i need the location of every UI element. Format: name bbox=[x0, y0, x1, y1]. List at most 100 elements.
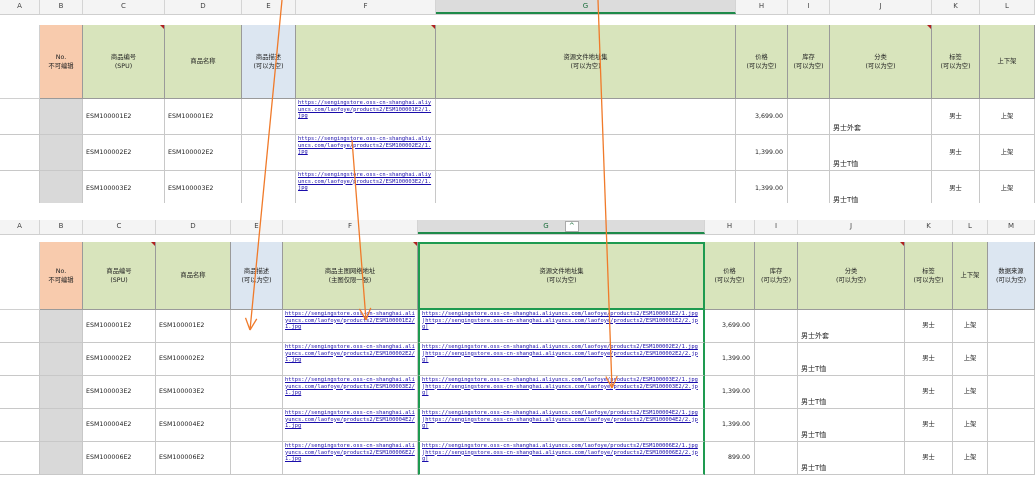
col-letter-k[interactable]: K bbox=[932, 0, 980, 14]
col-letter-l[interactable]: L bbox=[980, 0, 1035, 14]
cell-spu[interactable]: ESM100003E2 bbox=[83, 171, 165, 203]
cell-tag[interactable]: 男士 bbox=[932, 135, 980, 171]
col-letter-d[interactable]: D bbox=[156, 220, 231, 234]
cell-stock[interactable] bbox=[788, 171, 830, 203]
header-price[interactable]: 价格 (可以为空) bbox=[736, 25, 788, 99]
cell-category[interactable]: 男士T恤 bbox=[798, 376, 905, 409]
cell-no[interactable] bbox=[40, 99, 83, 135]
cell-spu[interactable]: ESM100003E2 bbox=[83, 376, 156, 409]
collapse-caret-icon[interactable]: ^ bbox=[564, 221, 579, 232]
col-letter-e[interactable]: E bbox=[231, 220, 283, 234]
cell-resources[interactable]: https://sengingstore.oss-cn-shanghai.ali… bbox=[418, 343, 705, 376]
cell-stock[interactable] bbox=[755, 409, 798, 442]
image-url-link[interactable]: https://sengingstore.oss-cn-shanghai.ali… bbox=[296, 135, 435, 157]
col-letter-b[interactable]: B bbox=[40, 220, 83, 234]
cell-tag[interactable]: 男士 bbox=[905, 409, 953, 442]
cell-source[interactable] bbox=[988, 442, 1035, 475]
resource-urls-link[interactable]: https://sengingstore.oss-cn-shanghai.ali… bbox=[420, 409, 703, 431]
cell-spu[interactable]: ESM100001E2 bbox=[83, 310, 156, 343]
col-letter-c[interactable]: C bbox=[83, 220, 156, 234]
cell-price[interactable]: 1,399.00 bbox=[736, 135, 788, 171]
cell-shelf[interactable]: 上架 bbox=[980, 99, 1035, 135]
cell-spu[interactable]: ESM100002E2 bbox=[83, 343, 156, 376]
resource-urls-link[interactable]: https://sengingstore.oss-cn-shanghai.ali… bbox=[420, 376, 703, 398]
col-letter-g[interactable]: G bbox=[436, 0, 736, 14]
image-url-link[interactable]: https://sengingstore.oss-cn-shanghai.ali… bbox=[283, 442, 417, 464]
image-url-link[interactable]: https://sengingstore.oss-cn-shanghai.ali… bbox=[283, 343, 417, 365]
cell-price[interactable]: 1,399.00 bbox=[705, 376, 755, 409]
resource-urls-link[interactable]: https://sengingstore.oss-cn-shanghai.ali… bbox=[420, 310, 703, 332]
header-main-image[interactable] bbox=[296, 25, 436, 99]
cell-shelf[interactable]: 上架 bbox=[953, 442, 988, 475]
header-spu[interactable]: 商品编号 (SPU) bbox=[83, 25, 165, 99]
cell-category[interactable]: 男士T恤 bbox=[830, 171, 932, 203]
image-url-link[interactable]: https://sengingstore.oss-cn-shanghai.ali… bbox=[296, 171, 435, 193]
cell-source[interactable] bbox=[988, 343, 1035, 376]
header-desc[interactable]: 商品描述 (可以为空) bbox=[231, 242, 283, 310]
cell-tag[interactable]: 男士 bbox=[905, 310, 953, 343]
cell-main-image-url[interactable]: https://sengingstore.oss-cn-shanghai.ali… bbox=[283, 310, 418, 343]
cell-tag[interactable]: 男士 bbox=[932, 99, 980, 135]
cell-category[interactable]: 男士T恤 bbox=[798, 343, 905, 376]
cell-desc[interactable] bbox=[242, 171, 296, 203]
cell-shelf[interactable]: 上架 bbox=[953, 409, 988, 442]
image-url-link[interactable]: https://sengingstore.oss-cn-shanghai.ali… bbox=[296, 99, 435, 121]
col-letter-e[interactable]: E bbox=[242, 0, 296, 14]
cell-resources[interactable]: https://sengingstore.oss-cn-shanghai.ali… bbox=[418, 442, 705, 475]
cell-name[interactable]: ESM100002E2 bbox=[165, 135, 242, 171]
cell-name[interactable]: ESM100003E2 bbox=[165, 171, 242, 203]
cell-main-image-url[interactable]: https://sengingstore.oss-cn-shanghai.ali… bbox=[283, 442, 418, 475]
cell-shelf[interactable]: 上架 bbox=[953, 376, 988, 409]
cell-resources[interactable] bbox=[436, 99, 736, 135]
cell-price[interactable]: 3,699.00 bbox=[736, 99, 788, 135]
cell-desc[interactable] bbox=[231, 442, 283, 475]
cell-tag[interactable]: 男士 bbox=[905, 343, 953, 376]
cell-price[interactable]: 1,399.00 bbox=[705, 409, 755, 442]
col-letter-d[interactable]: D bbox=[165, 0, 242, 14]
header-no[interactable]: No. 不可编辑 bbox=[40, 25, 83, 99]
cell-desc[interactable] bbox=[231, 376, 283, 409]
header-tag[interactable]: 标签 (可以为空) bbox=[932, 25, 980, 99]
cell-resources[interactable]: https://sengingstore.oss-cn-shanghai.ali… bbox=[418, 376, 705, 409]
cell-main-image-url[interactable]: https://sengingstore.oss-cn-shanghai.ali… bbox=[296, 171, 436, 203]
cell-shelf[interactable]: 上架 bbox=[980, 171, 1035, 203]
cell-price[interactable]: 1,399.00 bbox=[705, 343, 755, 376]
cell-price[interactable]: 899.00 bbox=[705, 442, 755, 475]
header-shelf[interactable]: 上下架 bbox=[953, 242, 988, 310]
cell-shelf[interactable]: 上架 bbox=[953, 343, 988, 376]
col-letter-g[interactable]: G ^ bbox=[418, 220, 705, 234]
cell-no[interactable] bbox=[40, 376, 83, 409]
header-no[interactable]: No. 不可编辑 bbox=[40, 242, 83, 310]
cell-stock[interactable] bbox=[788, 99, 830, 135]
image-url-link[interactable]: https://sengingstore.oss-cn-shanghai.ali… bbox=[283, 310, 417, 332]
col-letter-k[interactable]: K bbox=[905, 220, 953, 234]
header-resources[interactable]: 资源文件地址集 (可以为空) bbox=[436, 25, 736, 99]
header-shelf[interactable]: 上下架 bbox=[980, 25, 1035, 99]
cell-category[interactable]: 男士T恤 bbox=[830, 135, 932, 171]
cell-name[interactable]: ESM100001E2 bbox=[165, 99, 242, 135]
cell-name[interactable]: ESM100002E2 bbox=[156, 343, 231, 376]
cell-main-image-url[interactable]: https://sengingstore.oss-cn-shanghai.ali… bbox=[283, 409, 418, 442]
cell-no[interactable] bbox=[40, 343, 83, 376]
cell-resources[interactable]: https://sengingstore.oss-cn-shanghai.ali… bbox=[418, 409, 705, 442]
header-category[interactable]: 分类 (可以为空) bbox=[798, 242, 905, 310]
cell-no[interactable] bbox=[40, 442, 83, 475]
col-letter-f[interactable]: F bbox=[296, 0, 436, 14]
cell-resources[interactable]: https://sengingstore.oss-cn-shanghai.ali… bbox=[418, 310, 705, 343]
cell-name[interactable]: ESM100006E2 bbox=[156, 442, 231, 475]
cell-stock[interactable] bbox=[755, 343, 798, 376]
header-category[interactable]: 分类 (可以为空) bbox=[830, 25, 932, 99]
cell-main-image-url[interactable]: https://sengingstore.oss-cn-shanghai.ali… bbox=[283, 343, 418, 376]
cell-spu[interactable]: ESM100006E2 bbox=[83, 442, 156, 475]
col-letter-j[interactable]: J bbox=[830, 0, 932, 14]
cell-tag[interactable]: 男士 bbox=[905, 442, 953, 475]
col-letter-l[interactable]: L bbox=[953, 220, 988, 234]
cell-no[interactable] bbox=[40, 171, 83, 203]
cell-desc[interactable] bbox=[231, 343, 283, 376]
header-tag[interactable]: 标签 (可以为空) bbox=[905, 242, 953, 310]
cell-price[interactable]: 3,699.00 bbox=[705, 310, 755, 343]
cell-resources[interactable] bbox=[436, 171, 736, 203]
header-name[interactable]: 商品名称 bbox=[156, 242, 231, 310]
cell-tag[interactable]: 男士 bbox=[905, 376, 953, 409]
cell-resources[interactable] bbox=[436, 135, 736, 171]
